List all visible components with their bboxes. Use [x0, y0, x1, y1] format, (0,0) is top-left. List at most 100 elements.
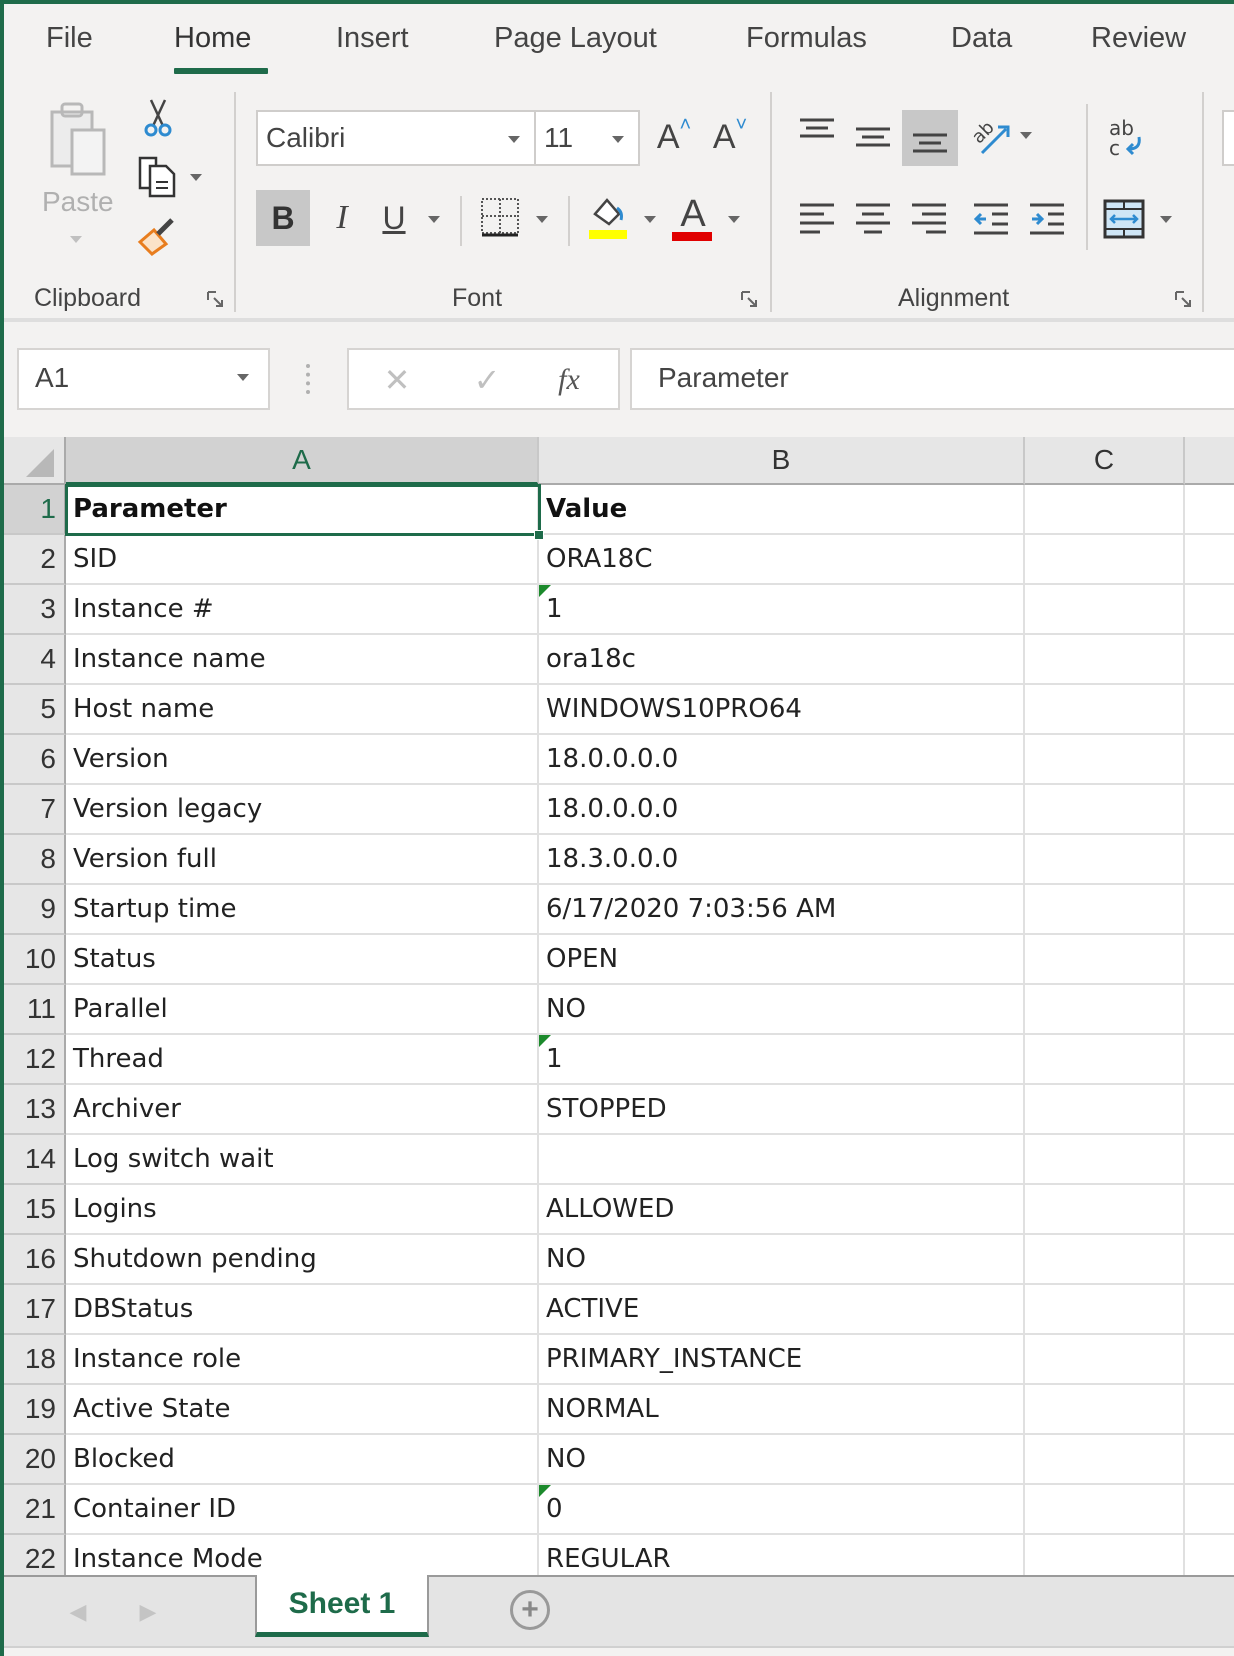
bold-button[interactable]: B — [256, 190, 310, 246]
middle-align-button[interactable] — [848, 106, 898, 166]
cell-b[interactable]: NORMAL — [539, 1385, 1025, 1435]
scroll-tabs-right-icon[interactable]: ▶ — [136, 1597, 160, 1627]
cancel-icon[interactable]: ✕ — [377, 360, 417, 400]
borders-dropdown-icon[interactable] — [536, 216, 548, 223]
cell-d[interactable] — [1185, 785, 1234, 835]
tab-formulas[interactable]: Formulas — [746, 22, 867, 55]
cell-d[interactable] — [1185, 1235, 1234, 1285]
cell-c[interactable] — [1025, 935, 1185, 985]
insert-function-icon[interactable]: fx — [549, 360, 589, 400]
cell-b[interactable]: 18.0.0.0.0 — [539, 785, 1025, 835]
cell-b[interactable]: ORA18C — [539, 535, 1025, 585]
row-header[interactable]: 11 — [4, 985, 66, 1035]
row-header[interactable]: 21 — [4, 1485, 66, 1535]
cell-d[interactable] — [1185, 585, 1234, 635]
cell-b[interactable]: ACTIVE — [539, 1285, 1025, 1335]
cell-b[interactable]: 1 — [539, 585, 1025, 635]
cell-a[interactable]: Active State — [66, 1385, 539, 1435]
cell-d[interactable] — [1185, 635, 1234, 685]
cell-a[interactable]: Instance name — [66, 635, 539, 685]
underline-dropdown-icon[interactable] — [428, 216, 440, 223]
dialog-launcher-icon[interactable] — [206, 290, 224, 308]
cell-a[interactable]: Log switch wait — [66, 1135, 539, 1185]
cell-a[interactable]: Parallel — [66, 985, 539, 1035]
cut-button[interactable] — [138, 96, 178, 140]
cell-b[interactable]: Value — [539, 485, 1025, 535]
cell-c[interactable] — [1025, 885, 1185, 935]
row-header[interactable]: 9 — [4, 885, 66, 935]
row-header[interactable]: 10 — [4, 935, 66, 985]
row-header[interactable]: 18 — [4, 1335, 66, 1385]
cell-c[interactable] — [1025, 1485, 1185, 1535]
cell-a[interactable]: Blocked — [66, 1435, 539, 1485]
cell-c[interactable] — [1025, 585, 1185, 635]
cell-c[interactable] — [1025, 1535, 1185, 1575]
cell-c[interactable] — [1025, 1385, 1185, 1435]
cell-b[interactable]: 0 — [539, 1485, 1025, 1535]
column-header-d[interactable] — [1185, 437, 1234, 485]
cell-c[interactable] — [1025, 785, 1185, 835]
sheet-tab-sheet-1[interactable]: Sheet 1 — [255, 1575, 429, 1637]
cell-c[interactable] — [1025, 1235, 1185, 1285]
decrease-indent-button[interactable] — [966, 194, 1016, 244]
decrease-font-size-button[interactable]: A ˅ — [708, 112, 752, 162]
cell-d[interactable] — [1185, 935, 1234, 985]
cell-a[interactable]: Version full — [66, 835, 539, 885]
row-header[interactable]: 2 — [4, 535, 66, 585]
underline-button[interactable]: U — [374, 190, 414, 246]
tab-insert[interactable]: Insert — [336, 22, 409, 55]
tab-page-layout[interactable]: Page Layout — [494, 22, 657, 55]
cell-d[interactable] — [1185, 1485, 1234, 1535]
column-header-a[interactable]: A — [66, 437, 539, 485]
cell-d[interactable] — [1185, 1335, 1234, 1385]
cell-a[interactable]: Version legacy — [66, 785, 539, 835]
cell-a[interactable]: Startup time — [66, 885, 539, 935]
align-center-button[interactable] — [848, 194, 898, 244]
cell-d[interactable] — [1185, 735, 1234, 785]
fill-color-button[interactable] — [586, 192, 630, 242]
font-color-button[interactable]: A — [670, 186, 716, 242]
cell-c[interactable] — [1025, 1335, 1185, 1385]
borders-button[interactable] — [478, 192, 522, 242]
row-header[interactable]: 13 — [4, 1085, 66, 1135]
tab-data[interactable]: Data — [951, 22, 1012, 55]
increase-font-size-button[interactable]: A ˄ — [652, 112, 696, 162]
cell-b[interactable]: OPEN — [539, 935, 1025, 985]
dialog-launcher-icon[interactable] — [740, 290, 758, 308]
row-header[interactable]: 20 — [4, 1435, 66, 1485]
column-header-c[interactable]: C — [1025, 437, 1185, 485]
row-header[interactable]: 12 — [4, 1035, 66, 1085]
row-header[interactable]: 7 — [4, 785, 66, 835]
cell-a[interactable]: Version — [66, 735, 539, 785]
cell-d[interactable] — [1185, 1185, 1234, 1235]
cell-d[interactable] — [1185, 685, 1234, 735]
resize-handle[interactable] — [306, 364, 310, 394]
number-format-combo[interactable] — [1222, 110, 1234, 166]
cell-d[interactable] — [1185, 1035, 1234, 1085]
cell-c[interactable] — [1025, 735, 1185, 785]
cell-b[interactable] — [539, 1135, 1025, 1185]
top-align-button[interactable] — [792, 106, 842, 156]
cell-b[interactable]: NO — [539, 1435, 1025, 1485]
row-header[interactable]: 4 — [4, 635, 66, 685]
cell-c[interactable] — [1025, 685, 1185, 735]
cell-a[interactable]: Container ID — [66, 1485, 539, 1535]
row-header[interactable]: 8 — [4, 835, 66, 885]
orientation-button[interactable]: ab — [966, 108, 1016, 164]
cell-b[interactable]: 1 — [539, 1035, 1025, 1085]
cell-b[interactable]: NO — [539, 1235, 1025, 1285]
row-header[interactable]: 22 — [4, 1535, 66, 1575]
row-header[interactable]: 15 — [4, 1185, 66, 1235]
cell-d[interactable] — [1185, 835, 1234, 885]
cell-d[interactable] — [1185, 885, 1234, 935]
cell-b[interactable]: ora18c — [539, 635, 1025, 685]
tab-file[interactable]: File — [46, 22, 93, 55]
font-name-combo[interactable]: Calibri — [256, 110, 536, 166]
cell-d[interactable] — [1185, 1285, 1234, 1335]
cell-b[interactable]: PRIMARY_INSTANCE — [539, 1335, 1025, 1385]
increase-indent-button[interactable] — [1022, 194, 1072, 244]
cell-d[interactable] — [1185, 985, 1234, 1035]
cell-c[interactable] — [1025, 485, 1185, 535]
tab-review[interactable]: Review — [1091, 22, 1186, 55]
row-header[interactable]: 1 — [4, 485, 66, 535]
